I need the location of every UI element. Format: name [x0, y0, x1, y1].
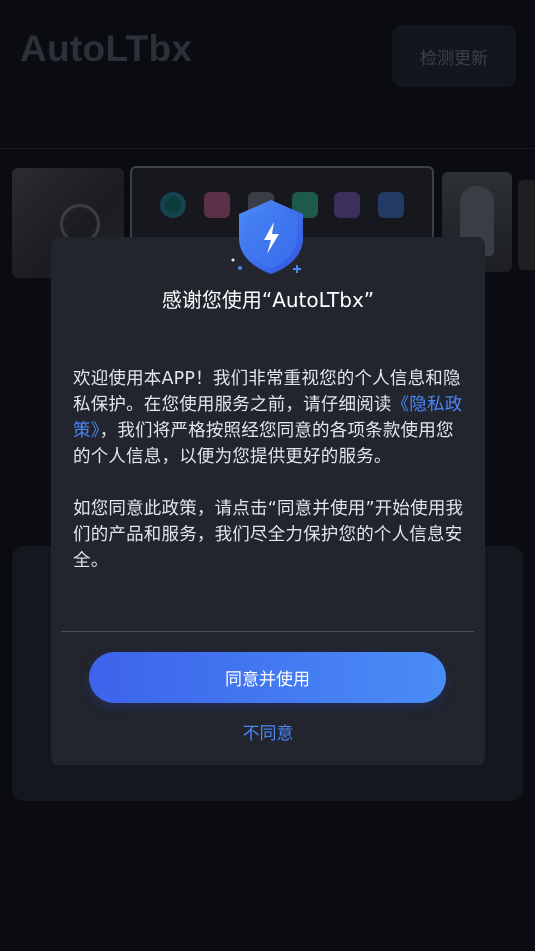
thumbnail-edge [518, 180, 535, 270]
shield-lightning-icon [231, 200, 303, 274]
dialog-title: 感谢您使用“AutoLTbx” [161, 288, 375, 312]
app-icon [334, 192, 360, 218]
policy-paragraph-1: 欢迎使用本APP！我们非常重视您的个人信息和隐私保护。在您使用服务之前，请仔细阅… [73, 366, 465, 470]
check-update-button[interactable]: 检测更新 [392, 25, 516, 87]
dialog-body: 欢迎使用本APP！我们非常重视您的个人信息和隐私保护。在您使用服务之前，请仔细阅… [73, 366, 465, 574]
policy-paragraph-2: 如您同意此政策，请点击“同意并使用”开始使用我们的产品和服务，我们尽全力保护您的… [73, 499, 464, 571]
agree-button[interactable]: 同意并使用 [89, 652, 446, 703]
app-icon [160, 192, 186, 218]
app-screen: AutoLTbx 检测更新 感谢您使用“AutoLTbx” 欢迎使用本APP！我… [0, 0, 535, 951]
app-icon [378, 192, 404, 218]
app-icon [204, 192, 230, 218]
dialog-divider [61, 631, 474, 632]
disagree-button[interactable]: 不同意 [51, 722, 485, 746]
app-title: AutoLTbx [20, 28, 193, 69]
policy-text: ，我们将严格按照经您同意的各项条款使用您的个人信息，以便为您提供更好的服务。 [73, 421, 454, 467]
divider [0, 148, 535, 149]
